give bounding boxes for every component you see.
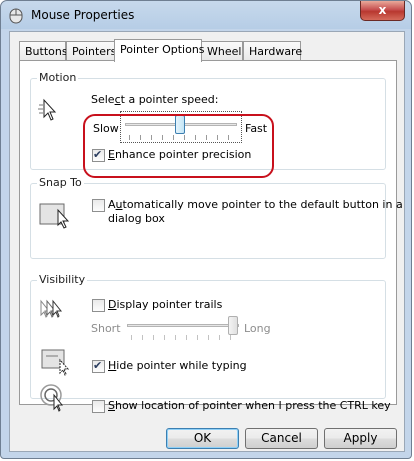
cancel-button[interactable]: Cancel — [245, 428, 318, 449]
dialog-client-area: Buttons Pointers Pointer Options Wheel H… — [9, 31, 405, 452]
visibility-group-label: Visibility — [37, 273, 88, 286]
show-location-icon — [40, 384, 64, 412]
tab-wheel[interactable]: Wheel — [201, 41, 243, 61]
tab-pointer-options[interactable]: Pointer Options — [114, 39, 205, 62]
snap-to-default-checkbox[interactable] — [92, 199, 105, 212]
ok-button[interactable]: OK — [166, 428, 239, 449]
short-label: Short — [91, 322, 121, 335]
pointer-trails-icon — [40, 299, 63, 318]
display-trails-label: Display pointer trails — [108, 298, 223, 311]
hide-while-typing-checkbox[interactable] — [92, 359, 105, 373]
long-label: Long — [244, 322, 271, 335]
trail-slider-ticks — [131, 335, 233, 340]
tab-buttons[interactable]: Buttons — [19, 41, 68, 61]
close-button[interactable]: x — [360, 1, 405, 21]
tab-pointers[interactable]: Pointers — [66, 41, 116, 61]
trail-slider-track — [127, 324, 239, 327]
tab-hardware[interactable]: Hardware — [243, 41, 302, 61]
mouse-icon — [9, 8, 23, 24]
hide-pointer-icon — [41, 349, 70, 376]
pointer-speed-label: Select a pointer speed: — [91, 93, 219, 106]
pointer-options-panel: Motion Select a pointer speed: Slow Fast… — [19, 60, 403, 413]
speed-highlight-annotation — [83, 114, 274, 178]
snap-to-group: Snap To — [30, 176, 386, 259]
snap-to-group-label: Snap To — [37, 176, 84, 189]
snap-to-label-line1: Automatically move pointer to the defaul… — [108, 198, 403, 211]
close-icon: x — [378, 3, 387, 17]
window-title: Mouse Properties — [31, 8, 135, 22]
show-location-label: Show location of pointer when I press th… — [108, 399, 391, 412]
apply-button[interactable]: Apply — [324, 428, 397, 449]
pointer-speed-icon — [38, 98, 57, 121]
display-trails-checkbox[interactable] — [92, 299, 105, 312]
snap-to-label-line2: dialog box — [108, 212, 165, 225]
motion-group-label: Motion — [37, 71, 79, 84]
trail-length-slider[interactable] — [123, 315, 245, 341]
hide-while-typing-label: Hide pointer while typing — [108, 359, 247, 372]
snap-to-icon — [39, 203, 70, 229]
show-location-checkbox[interactable] — [92, 400, 105, 413]
mouse-properties-window: Mouse Properties x Buttons Pointers Poin… — [0, 0, 412, 459]
title-bar[interactable]: Mouse Properties x — [1, 1, 411, 31]
trail-slider-thumb[interactable] — [228, 316, 238, 335]
